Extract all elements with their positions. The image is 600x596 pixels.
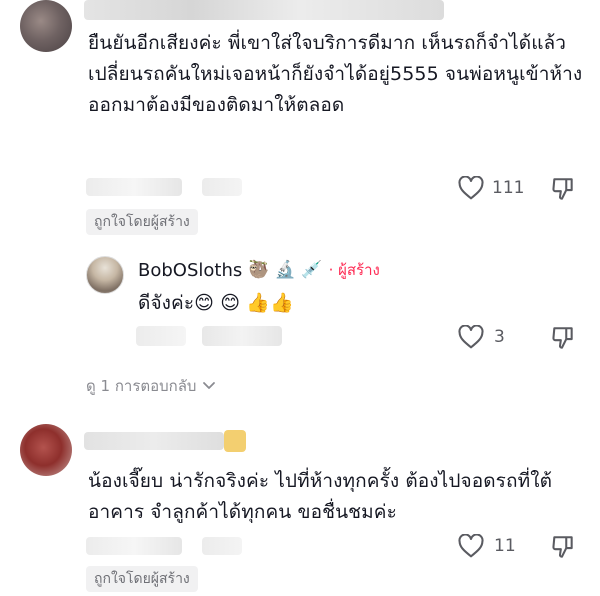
reply-timestamp-blurred	[136, 326, 186, 346]
comment-text: น้องเจี๊ยบ น่ารักจริงค่ะ ไปที่ห้างทุกครั…	[88, 470, 553, 523]
chevron-down-icon	[203, 382, 216, 389]
heart-icon	[458, 176, 484, 200]
view-replies-label: ดู 1 การตอบกลับ	[86, 377, 197, 395]
like-count: 111	[492, 178, 525, 198]
dislike-button[interactable]	[550, 534, 576, 564]
reply-avatar[interactable]	[86, 256, 124, 294]
reply-username[interactable]: BobOSloths	[138, 260, 242, 281]
thumbs-down-icon	[552, 536, 573, 558]
username-badge-emojis: 🦥 🔬 💉	[248, 260, 323, 280]
like-button[interactable]: 11	[458, 534, 516, 558]
reply-header: BobOSloths 🦥 🔬 💉 · ผู้สร้าง	[138, 258, 380, 282]
view-replies-button[interactable]: ดู 1 การตอบกลับ	[86, 374, 216, 398]
reply-like-button[interactable]: 3	[458, 325, 505, 349]
like-button[interactable]: 111	[458, 176, 524, 200]
commenter-username-blurred[interactable]	[84, 432, 224, 450]
comment-timestamp-blurred	[86, 178, 182, 196]
thumbs-down-icon	[552, 327, 573, 349]
reply-reply-button-blurred[interactable]	[202, 326, 282, 346]
heart-icon	[458, 325, 484, 349]
like-count: 11	[494, 536, 516, 556]
commenter-avatar[interactable]	[20, 0, 72, 52]
liked-by-creator-badge: ถูกใจโดยผู้สร้าง	[86, 566, 198, 592]
heart-icon	[458, 534, 484, 558]
comment-timestamp-blurred	[86, 537, 182, 555]
comment-text: ยืนยันอีกเสียงค่ะ พี่เขาใส่ใจบริการดีมาก…	[88, 32, 583, 116]
commenter-avatar[interactable]	[20, 424, 72, 476]
reply-button-blurred[interactable]	[202, 537, 242, 555]
creator-label: · ผู้สร้าง	[328, 261, 380, 279]
dislike-button[interactable]	[550, 176, 576, 206]
reply-dislike-button[interactable]	[550, 325, 576, 355]
reply-text: ดีจังค่ะ😊 😊 👍👍	[138, 292, 294, 314]
liked-by-creator-badge: ถูกใจโดยผู้สร้าง	[86, 209, 198, 235]
commenter-username-blurred[interactable]	[84, 0, 444, 20]
thumbs-down-icon	[552, 178, 573, 200]
reply-button-blurred[interactable]	[202, 178, 242, 196]
commenter-badge-blurred	[224, 430, 246, 452]
reply-like-count: 3	[494, 327, 505, 347]
